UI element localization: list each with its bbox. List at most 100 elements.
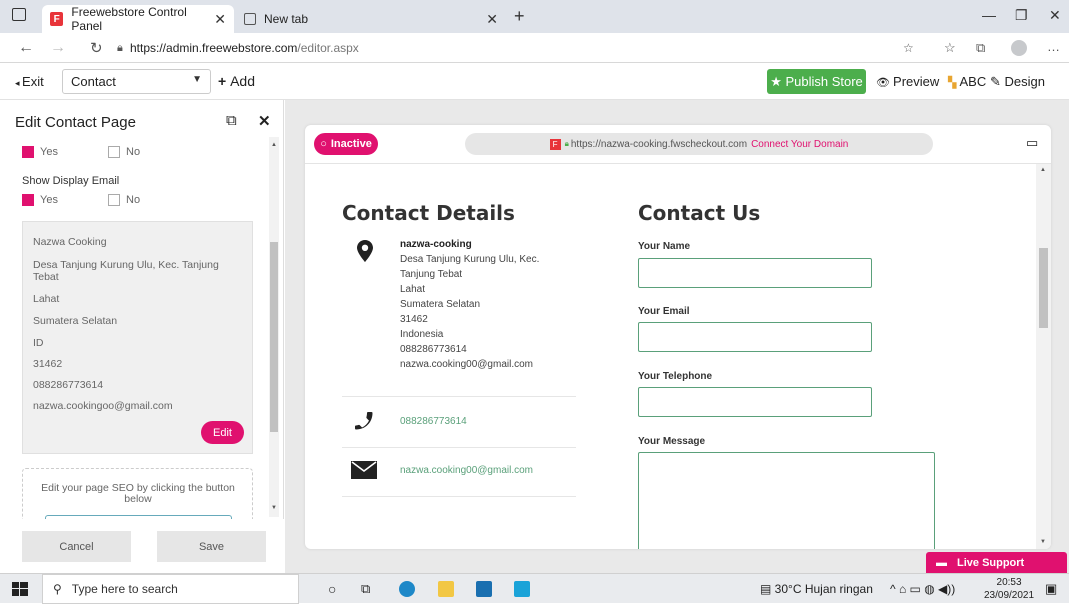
abc-label: ABC	[959, 74, 987, 89]
address-line: ID	[33, 337, 44, 349]
favorites-icon[interactable]: ☆	[944, 40, 956, 56]
tab-title: New tab	[264, 12, 309, 26]
panel-scroll-thumb[interactable]	[270, 242, 278, 432]
address-line: Desa Tanjung Kurung Ulu, Kec. Tanjung Te…	[33, 259, 219, 283]
preview-button[interactable]: 👁︎ Preview	[876, 74, 939, 89]
close-tab-icon[interactable]: ✕	[486, 11, 498, 28]
restore-icon[interactable]: ❐	[1015, 7, 1028, 24]
cancel-button[interactable]: Cancel	[22, 531, 131, 562]
connect-domain-link[interactable]: Connect Your Domain	[751, 139, 848, 150]
desktop-view-icon[interactable]: ▭	[1026, 135, 1038, 151]
editor-toolbar: ◂ Exit Contact ▼ + Add ★ Publish Store 👁︎…	[0, 63, 1069, 100]
your-email-input[interactable]	[638, 322, 872, 352]
freewebstore-favicon-icon: F	[549, 138, 561, 150]
task-view-icon[interactable]: ⧉	[361, 581, 370, 597]
tab-title: Freewebstore Control Panel	[71, 5, 187, 33]
close-panel-icon[interactable]: ✕	[258, 112, 271, 130]
address-line: Lahat	[400, 284, 426, 295]
panel-scrollbar[interactable]: ▲ ▼	[269, 137, 279, 517]
exit-button[interactable]: ◂ Exit	[15, 74, 44, 89]
back-icon[interactable]: ←	[18, 39, 34, 57]
divider	[342, 447, 576, 448]
address-line: 31462	[400, 314, 428, 325]
read-aloud-icon[interactable]: ☆	[903, 41, 914, 55]
address-line: Sumatera Selatan	[33, 315, 118, 327]
popout-icon[interactable]: ⧉	[226, 112, 237, 129]
weather-text: 30°C Hujan ringan	[774, 582, 873, 596]
notifications-icon[interactable]: ▣	[1045, 581, 1057, 597]
clock-time: 20:53	[996, 577, 1022, 588]
preview-url: https://nazwa-cooking.fwscheckout.com	[570, 138, 748, 150]
chevron-down-icon: ▼	[192, 74, 202, 85]
profile-avatar[interactable]	[1011, 40, 1027, 56]
design-button[interactable]: ✎ Design	[990, 74, 1045, 90]
eye-icon: 👁︎	[876, 77, 894, 89]
status-label: Inactive	[330, 138, 372, 150]
address-line: 088286773614	[400, 344, 467, 355]
tab-new-tab[interactable]: New tab ✕	[236, 5, 506, 33]
app-l-icon[interactable]	[514, 581, 530, 597]
weather-widget[interactable]: ▤ 30°C Hujan ringan	[760, 582, 873, 596]
close-tab-icon[interactable]: ✕	[214, 11, 226, 28]
live-support-button[interactable]: ▬ Live Support	[926, 552, 1067, 573]
display-address-no[interactable]: No	[108, 146, 140, 158]
scroll-up-icon[interactable]: ▲	[271, 142, 277, 148]
your-name-input[interactable]	[638, 258, 872, 288]
scroll-down-icon[interactable]: ▼	[271, 505, 277, 511]
url-field[interactable]: https://admin.freewebstore.com/editor.as…	[130, 41, 359, 55]
file-explorer-icon[interactable]	[438, 581, 454, 597]
address-bar-row: ← → ↻ 🔒︎ https://admin.freewebstore.com/…	[0, 33, 1069, 63]
windows-start-icon[interactable]	[12, 582, 28, 596]
preview-scroll-thumb[interactable]	[1039, 248, 1048, 328]
minimize-icon[interactable]: —	[982, 7, 996, 23]
your-telephone-label: Your Telephone	[638, 371, 713, 382]
tab-actions-icon[interactable]	[12, 8, 26, 21]
scroll-down-icon[interactable]: ▼	[1040, 539, 1046, 545]
preview-scrollbar[interactable]: ▲ ▼	[1036, 164, 1051, 549]
more-options-icon[interactable]: …	[1047, 39, 1060, 54]
your-message-textarea[interactable]	[638, 452, 935, 549]
display-email-yes[interactable]: Yes	[22, 194, 58, 206]
phone-link[interactable]: 088286773614	[400, 416, 467, 427]
add-button[interactable]: + Add	[218, 73, 255, 89]
display-email-no[interactable]: No	[108, 194, 140, 206]
your-name-label: Your Name	[638, 241, 691, 252]
email-link[interactable]: nazwa.cooking00@gmail.com	[400, 465, 533, 476]
address-line: Tanjung Tebat	[400, 269, 463, 280]
forward-icon[interactable]: →	[50, 39, 66, 57]
clock[interactable]: 20:53 23/09/2021	[984, 576, 1034, 602]
lock-icon[interactable]: 🔒︎	[117, 42, 123, 55]
save-button[interactable]: Save	[157, 531, 266, 562]
checkbox-icon	[108, 194, 120, 206]
your-telephone-input[interactable]	[638, 387, 872, 417]
edge-icon[interactable]	[399, 581, 415, 597]
display-address-yes[interactable]: Yes	[22, 146, 58, 158]
contact-us-title: Contact Us	[638, 201, 761, 225]
taskbar-search[interactable]: ⚲ Type here to search	[42, 574, 299, 604]
mail-icon[interactable]	[476, 581, 492, 597]
yes-label: Yes	[40, 194, 58, 206]
design-label: Design	[1004, 74, 1045, 89]
close-window-icon[interactable]: ✕	[1049, 7, 1061, 24]
new-tab-plus-icon[interactable]: +	[514, 6, 525, 27]
reload-icon[interactable]: ↻	[90, 39, 103, 57]
windows-taskbar: ⚲ Type here to search ○ ⧉ ▤ 30°C Hujan ri…	[0, 573, 1069, 604]
collections-icon[interactable]: ⧉	[976, 40, 985, 56]
tab-freewebstore[interactable]: F Freewebstore Control Panel ✕	[42, 5, 234, 33]
page-select[interactable]: Contact ▼	[62, 69, 211, 94]
contact-page: Contact Details Contact Us nazwa-cooking…	[305, 163, 1051, 549]
edit-address-button[interactable]: Edit	[201, 421, 244, 444]
no-label: No	[126, 194, 141, 206]
translate-icon: ▚	[948, 77, 960, 89]
abc-button[interactable]: ▚ ABC	[948, 74, 986, 89]
divider	[342, 496, 576, 497]
publish-store-button[interactable]: ★ Publish Store	[767, 69, 866, 94]
clock-date: 23/09/2021	[984, 590, 1035, 601]
scroll-up-icon[interactable]: ▲	[1040, 167, 1046, 173]
cortana-icon[interactable]: ○	[328, 581, 336, 597]
system-tray-icons[interactable]: ^ ⌂ ▭ ◍ ◀))	[890, 582, 955, 596]
preview-label: Preview	[893, 74, 940, 89]
status-badge[interactable]: ○ Inactive	[314, 133, 378, 155]
plus-icon: +	[218, 73, 231, 89]
preview-url-bar: F 🔒︎ https://nazwa-cooking.fwscheckout.c…	[465, 133, 933, 155]
